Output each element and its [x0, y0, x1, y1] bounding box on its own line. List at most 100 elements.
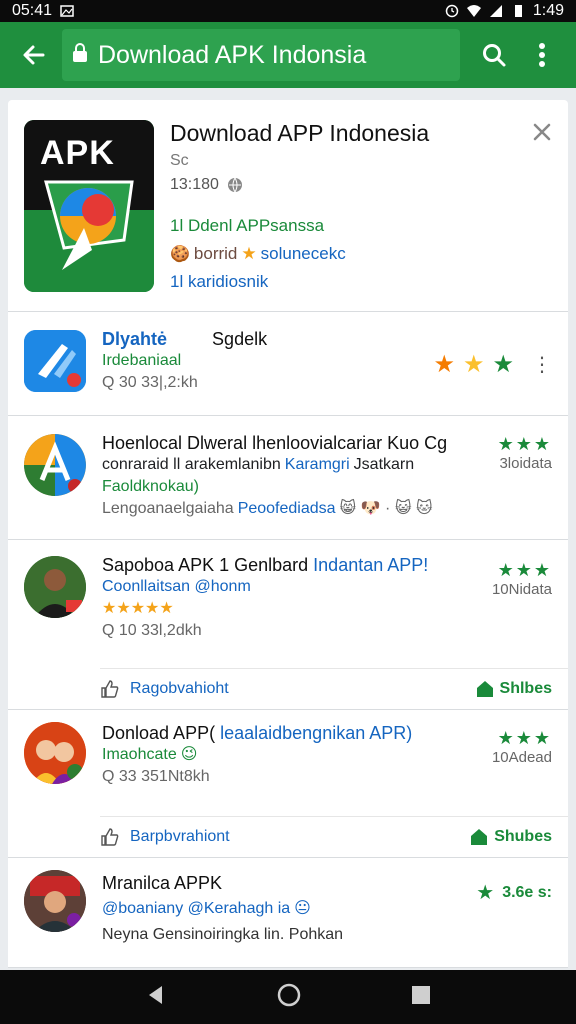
- item-subtitle: Imaohcate 😉: [102, 744, 468, 766]
- item-meta: Q 30 33|,2:kh: [102, 374, 198, 391]
- thumb-up-icon: [101, 827, 119, 846]
- user-avatar: [24, 870, 86, 932]
- item-actions: Ragobvahioht Shlbes: [100, 668, 568, 708]
- like-label: Barpbvrahiont: [130, 827, 230, 845]
- item-actions: Barpbvrahiont Shubes: [100, 816, 568, 856]
- item-title: Dlyahtė Sgdelk: [102, 328, 468, 350]
- star-icon: ★★★: [497, 560, 552, 580]
- emoji-icon: 😉: [180, 746, 198, 763]
- thumb-up-icon: [101, 679, 119, 698]
- apk-icon-text: APK: [40, 134, 115, 172]
- status-time-right: 1:49: [532, 2, 564, 19]
- star-icon: ★: [433, 351, 455, 378]
- url-bar[interactable]: Download APK Indonsia: [62, 29, 460, 81]
- battery-icon: [511, 4, 525, 18]
- star-icon: ★★★: [497, 434, 552, 454]
- lock-icon: [72, 41, 88, 70]
- list-item[interactable]: Dlyahtė Sgdelk Irdebaniaal Q 30 33|,2:kh…: [8, 312, 568, 416]
- item-title-b: Sgdelk: [212, 329, 268, 349]
- back-arrow-icon: [23, 45, 45, 65]
- nav-recents-button[interactable]: [410, 984, 432, 1011]
- share-button[interactable]: Shlbes: [476, 680, 552, 698]
- circle-home-icon: [277, 983, 301, 1006]
- list-item[interactable]: Donload APP( leaalaidbengnikan APR) Imao…: [8, 710, 568, 858]
- item-rating: ★ ★ ★ ⋮: [433, 350, 552, 379]
- item-line-3: Lengoanaelgaiaha Peoofediadsa 😸 🐶 · 😺 🐱: [102, 498, 552, 520]
- item-title-a: Dlyahtė: [102, 329, 168, 349]
- item-text: Dlyahtė Sgdelk Irdebaniaal Q 30 33|,2:kh: [102, 328, 468, 394]
- item-title-b: leaalaidbengnikan APR): [220, 723, 413, 743]
- share-label: Shlbes: [499, 679, 552, 697]
- like-button[interactable]: Ragobvahioht: [100, 679, 229, 699]
- item-title: Donload APP( leaalaidbengnikan APR): [102, 722, 468, 744]
- item-rating-value: 3.6e s:: [502, 883, 552, 901]
- star-icon: ★: [476, 882, 495, 904]
- featured-app-meta: 13:180: [170, 176, 243, 194]
- star-icon: ★: [241, 244, 257, 263]
- overflow-menu-button[interactable]: [518, 31, 566, 79]
- star-rating-icon: ★★★★★: [102, 600, 174, 617]
- back-button[interactable]: [10, 31, 58, 79]
- item-subtitle: Irdebaniaal: [102, 352, 182, 369]
- item-rating: ★★★ 10Nidata: [492, 560, 552, 598]
- nav-back-button[interactable]: [144, 983, 168, 1012]
- item-meta: Q 10 33l,2dkh: [102, 622, 202, 639]
- share-label: Shubes: [494, 827, 552, 845]
- results-list: APK Download APP Indonesia Sc 13:180 1l …: [8, 100, 568, 970]
- item-rating: ★★★ 3loidata: [498, 434, 552, 472]
- like-button[interactable]: Barpbvrahiont: [100, 827, 230, 847]
- item-meta: Q 33 351Nt8kh: [102, 768, 210, 785]
- item-subtitle: Coonllaitsan @honm: [102, 578, 251, 595]
- item-subtitle-text: @boaniany @Kerahagh ia: [102, 900, 291, 917]
- list-item[interactable]: Mranilca APPK @boaniany @Kerahagh ia 😐 N…: [8, 858, 568, 968]
- featured-line-2-b: solunecekc: [260, 244, 346, 263]
- app-avatar: [24, 330, 86, 392]
- status-time-left: 05:41: [12, 2, 53, 19]
- featured-app-title: Download APP Indonesia: [170, 120, 430, 146]
- list-item[interactable]: Hoenlocal Dlweral lhenloovialcariar Kuo …: [8, 416, 568, 540]
- featured-app-subtitle: Sc: [170, 152, 189, 169]
- search-button[interactable]: [470, 31, 518, 79]
- featured-meta-text: 13:180: [170, 176, 219, 193]
- featured-app-card[interactable]: APK Download APP Indonesia Sc 13:180 1l …: [8, 100, 568, 312]
- image-notification-icon: [60, 4, 74, 18]
- item-line-3-b: Peoofediadsa: [237, 500, 336, 517]
- item-subtitle-text: Imaohcate: [102, 746, 177, 763]
- item-line-1-c: Jsatkarn: [353, 456, 415, 473]
- item-title-b: Indantan APP!: [313, 555, 429, 575]
- square-recents-icon: [412, 985, 430, 1004]
- item-line-1-b: Karamgri: [284, 456, 350, 473]
- share-icon: [476, 680, 493, 697]
- share-button[interactable]: Shubes: [470, 828, 552, 846]
- featured-line-2: 🍪 borrid ★ solunecekc: [170, 244, 346, 264]
- more-icon[interactable]: ⋮: [532, 352, 552, 377]
- item-line-1: conraraid ll arakemlanibn Karamgri Jsatk…: [102, 454, 552, 476]
- item-text: Hoenlocal Dlweral lhenloovialcariar Kuo …: [102, 432, 552, 520]
- status-bar: 05:41 1:49: [0, 0, 576, 22]
- emoji-icon: 😸 🐶 · 😺 🐱: [339, 500, 433, 517]
- item-description: Neyna Gensinoiringka lin. Pohkan: [102, 926, 344, 943]
- search-icon: [483, 44, 506, 67]
- featured-line-1: 1l Ddenl APPsanssa: [170, 216, 325, 235]
- emoji-icon: 😐: [294, 900, 311, 917]
- user-avatar: [24, 556, 86, 618]
- item-rating: ★ 3.6e s:: [476, 880, 552, 905]
- navigation-bar: [0, 970, 576, 1024]
- close-button[interactable]: [530, 120, 554, 144]
- globe-icon: [227, 177, 242, 193]
- item-title-a: Donload APP(: [102, 723, 216, 743]
- item-title: Sapoboa APK 1 Genlbard Indantan APP!: [102, 554, 468, 576]
- item-line-3-a: Lengoanaelgaiaha: [102, 500, 234, 517]
- item-text: Donload APP( leaalaidbengnikan APR) Imao…: [102, 722, 468, 788]
- item-count: 10Nidata: [491, 581, 552, 598]
- emoji-icon: 🍪: [170, 246, 190, 263]
- nav-home-button[interactable]: [276, 982, 302, 1013]
- item-subtitle: @boaniany @Kerahagh ia 😐: [102, 898, 468, 920]
- alarm-icon: [445, 4, 459, 18]
- list-item[interactable]: Sapoboa APK 1 Genlbard Indantan APP! Coo…: [8, 540, 568, 710]
- share-icon: [471, 828, 488, 845]
- app-avatar: [24, 434, 86, 496]
- like-label: Ragobvahioht: [130, 679, 229, 697]
- star-icon: ★★★: [497, 728, 552, 748]
- featured-line-2-a: borrid: [193, 244, 238, 263]
